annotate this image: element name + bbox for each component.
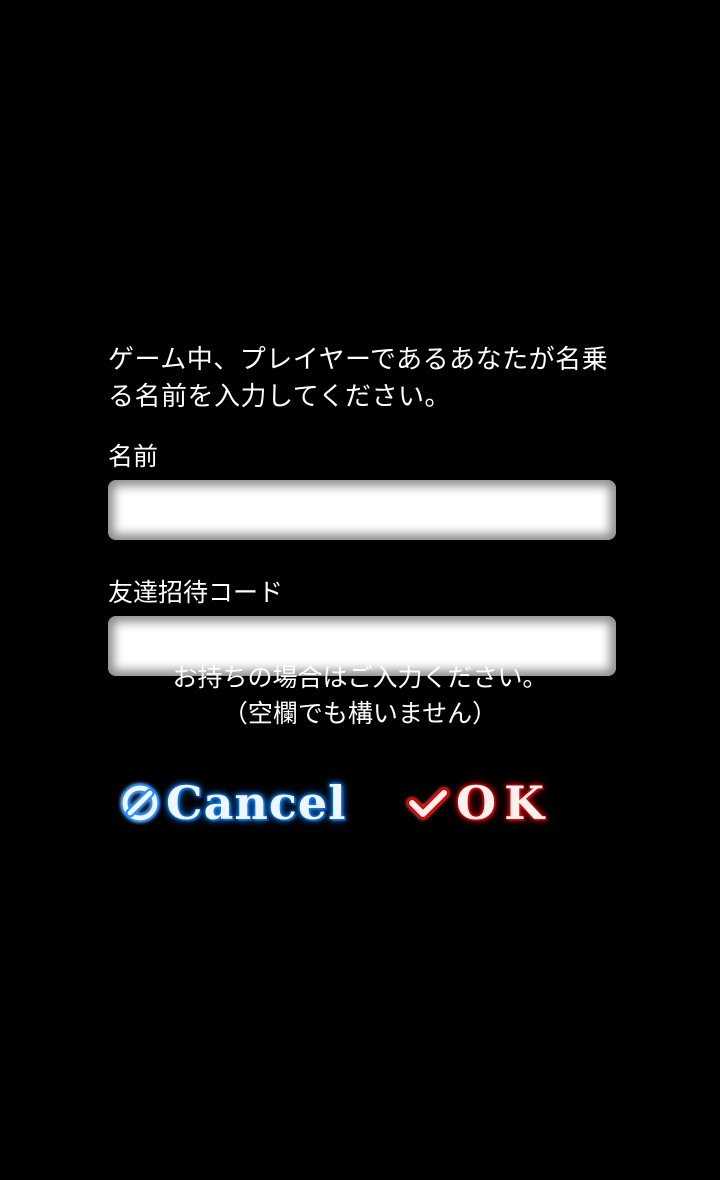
ok-button[interactable]: OK bbox=[404, 768, 574, 838]
hint-line-1: お持ちの場合はご入力ください。 bbox=[172, 663, 548, 692]
name-input[interactable] bbox=[108, 480, 616, 540]
checkmark-icon bbox=[406, 787, 450, 820]
name-label: 名前 bbox=[108, 442, 159, 471]
instruction-text: ゲーム中、プレイヤーであるあなたが名乗る名前を入力してください。 bbox=[108, 345, 609, 412]
ok-button-label: OK bbox=[456, 776, 553, 830]
cancel-button-label: Cancel bbox=[166, 776, 347, 830]
cancel-button[interactable]: Cancel bbox=[118, 768, 358, 838]
hint-line-2: （空欄でも構いません） bbox=[222, 699, 498, 728]
action-bar: Cancel OK bbox=[0, 768, 720, 838]
invite-code-label: 友達招待コード bbox=[108, 578, 284, 607]
entry-form: ゲーム中、プレイヤーであるあなたが名乗る名前を入力してください。 名前 友達招待… bbox=[108, 342, 616, 676]
invite-code-hint: お持ちの場合はご入力ください。 （空欄でも構いません） bbox=[0, 660, 720, 732]
slashed-circle-icon bbox=[120, 783, 160, 823]
